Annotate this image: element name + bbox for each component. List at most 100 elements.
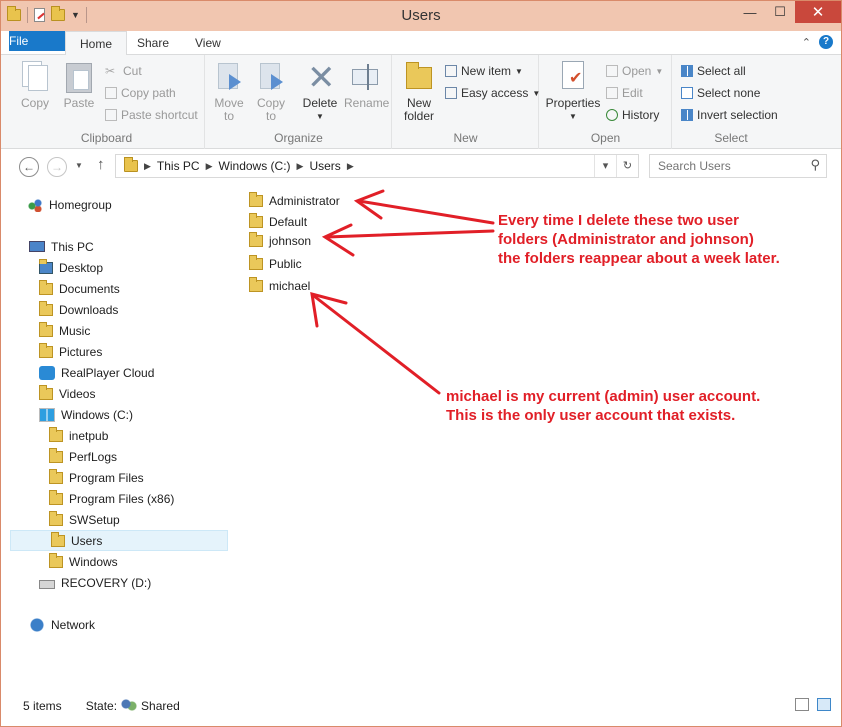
close-button[interactable]: ✕ — [795, 1, 841, 23]
documents-folder-icon — [39, 279, 53, 295]
group-label: Clipboard — [80, 131, 133, 145]
search-input[interactable] — [650, 155, 800, 177]
realplayer-cloud-icon — [39, 365, 55, 380]
edit-icon — [606, 87, 618, 99]
open-button[interactable]: Open ▼ — [606, 64, 663, 78]
properties-button[interactable]: Properties ▼ — [544, 61, 602, 123]
copy-to-button[interactable]: Copy to — [254, 61, 288, 123]
list-item[interactable]: johnson — [249, 231, 311, 251]
nav-users[interactable]: Users — [10, 530, 228, 551]
address-dropdown-icon[interactable]: ▾ — [594, 155, 616, 177]
select-group: Select all Select none Invert selection … — [673, 55, 789, 149]
forward-button[interactable]: → — [47, 157, 67, 177]
folder-icon — [49, 489, 63, 505]
nav-recovery-d[interactable]: RECOVERY (D:) — [39, 572, 151, 593]
nav-program-files-x86[interactable]: Program Files (x86) — [49, 488, 174, 509]
list-item[interactable]: Default — [249, 212, 307, 232]
copy-path-icon — [105, 87, 117, 99]
invert-selection-icon — [681, 109, 693, 121]
refresh-icon[interactable]: ↻ — [616, 155, 638, 177]
select-all-button[interactable]: Select all — [681, 64, 746, 78]
nav-homegroup[interactable]: Homegroup — [27, 194, 112, 215]
copy-path-button[interactable]: Copy path — [105, 86, 176, 100]
videos-folder-icon — [39, 384, 53, 400]
new-folder-button[interactable]: New folder — [399, 61, 439, 123]
new-group: New folder New item ▼ Easy access ▼ New — [393, 55, 540, 149]
minimize-button[interactable]: — — [735, 1, 765, 23]
nav-windows[interactable]: Windows — [49, 551, 118, 572]
nav-perflogs[interactable]: PerfLogs — [49, 446, 117, 467]
back-button[interactable]: ← — [19, 157, 39, 177]
paste-icon — [66, 63, 92, 93]
folder-icon — [49, 552, 63, 568]
select-all-icon — [681, 65, 693, 77]
edit-button[interactable]: Edit — [606, 86, 643, 100]
collapse-ribbon-icon[interactable]: ⌃ — [802, 36, 811, 49]
nav-network[interactable]: Network — [29, 614, 95, 635]
nav-windows-c[interactable]: Windows (C:) — [39, 404, 133, 425]
paste-label: Paste — [63, 96, 95, 110]
chevron-right-icon[interactable]: ▶ — [347, 161, 354, 172]
nav-downloads[interactable]: Downloads — [39, 299, 118, 320]
list-item[interactable]: Public — [249, 254, 302, 274]
folder-icon — [49, 468, 63, 484]
address-bar[interactable]: ▶ This PC ▶ Windows (C:) ▶ Users ▶ ▾ ↻ — [115, 154, 639, 178]
details-view-icon[interactable] — [795, 698, 809, 711]
invert-selection-button[interactable]: Invert selection — [681, 108, 778, 122]
nav-music[interactable]: Music — [39, 320, 90, 341]
paste-shortcut-button[interactable]: Paste shortcut — [105, 108, 198, 122]
ribbon: Copy Paste ✂ Cut Copy path Paste shortcut… — [1, 55, 841, 149]
tab-home[interactable]: Home — [65, 31, 128, 56]
ribbon-tabs: File Home Share View ⌃ ? — [1, 31, 841, 56]
delete-button[interactable]: ✕ Delete ▼ — [300, 61, 340, 123]
large-icons-view-icon[interactable] — [817, 698, 831, 711]
rename-button[interactable]: Rename — [344, 61, 389, 110]
chevron-right-icon[interactable]: ▶ — [206, 161, 213, 172]
computer-icon — [29, 241, 45, 252]
group-label: Open — [590, 131, 621, 145]
scissors-icon: ✂ — [105, 64, 116, 78]
folder-icon — [49, 447, 63, 463]
nav-videos[interactable]: Videos — [39, 383, 95, 404]
list-item[interactable]: Administrator — [249, 191, 340, 211]
nav-pictures[interactable]: Pictures — [39, 341, 102, 362]
maximize-button[interactable]: ☐ — [765, 1, 795, 23]
paste-button[interactable]: Paste — [59, 61, 99, 110]
breadcrumb-users[interactable]: Users — [309, 159, 340, 173]
tab-share[interactable]: Share — [123, 31, 183, 55]
drive-icon — [39, 579, 55, 589]
select-none-button[interactable]: Select none — [681, 86, 760, 100]
search-box[interactable]: ⚲ — [649, 154, 827, 178]
tab-file[interactable]: File — [9, 31, 65, 51]
breadcrumb-this-pc[interactable]: This PC — [157, 159, 200, 173]
search-icon[interactable]: ⚲ — [810, 157, 820, 173]
folder-icon — [249, 277, 263, 292]
recent-locations-icon[interactable]: ▼ — [75, 161, 83, 170]
chevron-right-icon[interactable]: ▶ — [144, 161, 151, 172]
help-icon[interactable]: ? — [819, 35, 833, 49]
new-item-button[interactable]: New item ▼ — [445, 64, 523, 78]
up-arrow-icon[interactable]: ↑ — [97, 156, 105, 173]
breadcrumb-windows-c[interactable]: Windows (C:) — [219, 159, 291, 173]
share-state: State: Shared — [85, 699, 180, 713]
move-to-button[interactable]: Move to — [212, 61, 246, 123]
easy-access-button[interactable]: Easy access ▼ — [445, 86, 540, 100]
nav-documents[interactable]: Documents — [39, 278, 120, 299]
nav-this-pc[interactable]: This PC — [29, 236, 94, 257]
copy-button[interactable]: Copy — [15, 61, 55, 110]
tab-view[interactable]: View — [181, 31, 235, 55]
folder-icon — [124, 157, 138, 172]
nav-swsetup[interactable]: SWSetup — [49, 509, 120, 530]
nav-realplayer-cloud[interactable]: RealPlayer Cloud — [39, 362, 154, 383]
downloads-folder-icon — [39, 300, 53, 316]
list-item[interactable]: michael — [249, 276, 310, 296]
properties-icon — [562, 61, 584, 89]
history-button[interactable]: History — [606, 108, 659, 122]
chevron-right-icon[interactable]: ▶ — [297, 161, 304, 172]
pictures-folder-icon — [39, 342, 53, 358]
easy-access-icon — [445, 87, 457, 99]
cut-button[interactable]: ✂ Cut — [105, 64, 142, 78]
nav-desktop[interactable]: Desktop — [39, 257, 103, 278]
nav-inetpub[interactable]: inetpub — [49, 425, 108, 446]
nav-program-files[interactable]: Program Files — [49, 467, 144, 488]
